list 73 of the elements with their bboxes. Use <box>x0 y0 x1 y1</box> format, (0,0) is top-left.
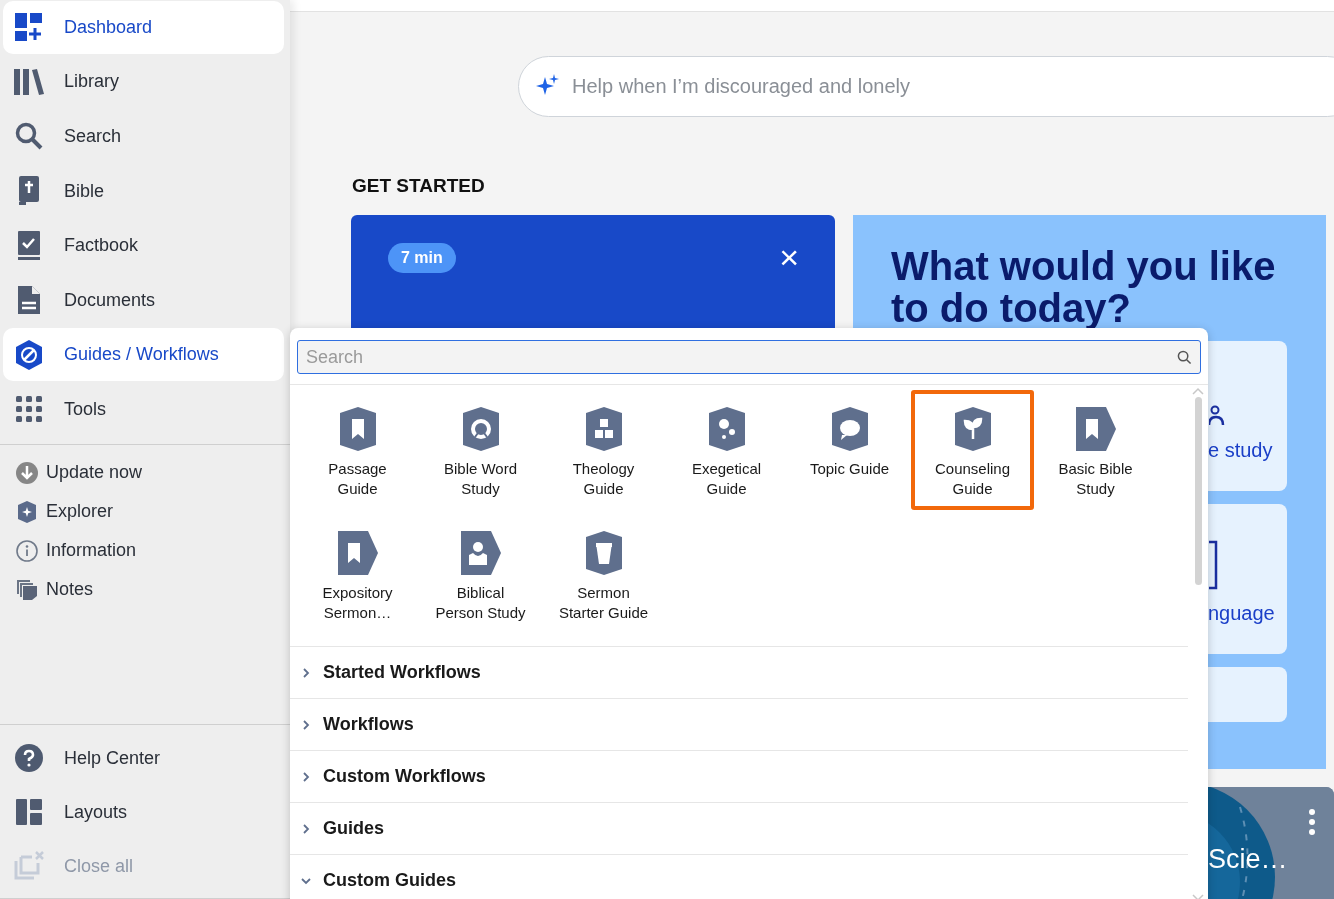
dashboard-icon <box>14 12 44 43</box>
bible-icon <box>18 176 40 207</box>
grid-dots-icon <box>15 396 43 423</box>
cup-badge-icon <box>585 531 622 575</box>
info-icon <box>16 539 38 562</box>
sidebar-item[interactable]: Dashboard <box>3 0 284 54</box>
scroll-up-icon[interactable] <box>1192 387 1204 395</box>
option-card[interactable] <box>1208 666 1287 722</box>
guide-tile[interactable]: Sermon Starter Guide <box>542 514 665 634</box>
person-icon <box>1209 404 1225 427</box>
guide-tile[interactable]: Biblical Person Study <box>419 514 542 634</box>
dots-badge-icon <box>708 407 745 451</box>
more-icon[interactable] <box>1309 808 1315 835</box>
section-header[interactable]: Guides <box>290 803 1188 855</box>
sidebar-item[interactable]: Search <box>3 110 284 163</box>
sprout-badge-icon <box>954 407 991 451</box>
section-header[interactable]: Custom Guides <box>290 855 1188 899</box>
guide-tile[interactable]: Exegetical Guide <box>665 390 788 510</box>
option-card[interactable]: e study <box>1208 340 1287 491</box>
sidebar-item[interactable]: Bible <box>3 164 284 218</box>
speech-bubble-badge-icon <box>831 407 868 451</box>
guide-tile[interactable]: Bible Word Study <box>419 390 542 510</box>
sidebar-item[interactable]: Layouts <box>3 785 290 839</box>
document-icon <box>17 285 41 316</box>
sidebar-link[interactable]: Information <box>16 533 290 568</box>
prompt-card-title: What would you like to do today? <box>890 244 1277 329</box>
sidebar-item[interactable]: Guides / Workflows <box>3 328 284 382</box>
duration-badge: 7 min <box>388 242 456 273</box>
sidebar-item[interactable]: Help Center <box>3 731 290 785</box>
download-icon <box>16 461 38 484</box>
shield-star-icon <box>18 500 36 523</box>
sidebar-item[interactable]: Factbook <box>3 219 284 273</box>
person-tag-icon <box>460 531 501 575</box>
option-card[interactable]: nguage <box>1208 503 1287 654</box>
section-header[interactable]: Workflows <box>290 699 1188 751</box>
sidebar-item[interactable]: Tools <box>3 382 284 436</box>
bookmark-tag-icon <box>1075 407 1116 451</box>
notes-icon <box>16 578 38 601</box>
check-book-icon <box>17 230 41 261</box>
layout-icon <box>16 799 42 825</box>
close-button[interactable]: × <box>779 241 799 272</box>
sidebar-link[interactable]: Explorer <box>16 494 290 529</box>
books-icon <box>14 68 44 95</box>
sidebar-link[interactable]: Update now <box>16 455 290 490</box>
prompt-search-field[interactable]: Help when I’m discouraged and lonely <box>518 56 1334 117</box>
sidebar-link[interactable]: Notes <box>16 572 290 607</box>
ring-badge-icon <box>462 407 499 451</box>
close-windows-icon <box>14 851 44 881</box>
search-icon <box>15 122 43 151</box>
option-label: nguage <box>1208 600 1276 626</box>
guide-tile[interactable]: Passage Guide <box>296 390 419 510</box>
shield-compass-icon <box>16 339 42 370</box>
sidebar-item: Close all <box>3 839 290 893</box>
guide-tile[interactable]: Counseling Guide <box>911 390 1034 510</box>
section-header[interactable]: Custom Workflows <box>290 751 1188 803</box>
search-icon[interactable] <box>1177 350 1192 365</box>
help-icon <box>15 744 43 772</box>
blocks-badge-icon <box>585 407 622 451</box>
option-label: e study <box>1208 437 1274 463</box>
bookmark-badge-icon <box>339 407 376 451</box>
guide-tile[interactable]: Expository Sermon… <box>296 514 419 634</box>
sidebar-item[interactable]: Documents <box>3 273 284 327</box>
section-title: GET STARTED <box>352 174 486 198</box>
sidebar-item[interactable]: Library <box>3 55 284 109</box>
guide-tile[interactable]: Basic Bible Study <box>1034 390 1157 510</box>
section-header[interactable]: Started Workflows <box>290 647 1188 699</box>
guide-tile[interactable]: Theology Guide <box>542 390 665 510</box>
book-icon <box>1209 539 1219 590</box>
scrollbar-thumb[interactable] <box>1194 397 1202 585</box>
bookmark-tag-icon <box>337 531 378 575</box>
guide-tile[interactable]: Topic Guide <box>788 390 911 510</box>
search-field[interactable]: Search <box>297 340 1201 374</box>
media-title: Scie… <box>1208 842 1288 876</box>
